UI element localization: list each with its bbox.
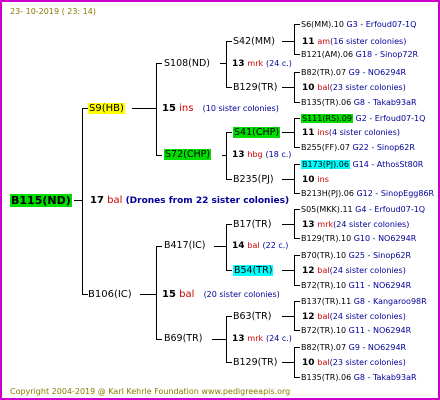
gen4-node-6[interactable]: B255(FF).07 G22 - Sinop62R [301, 142, 415, 153]
gen4-node-8[interactable]: B213H(PJ).06 G12 - SinopEgg86R [301, 188, 434, 199]
connector [156, 63, 162, 64]
gen2-node-1[interactable]: S108(ND) [164, 58, 210, 69]
gen4-node-15[interactable]: B82(TR).07 G9 - NO6294R [301, 342, 406, 353]
gen1-node-1[interactable]: S9(HB) [88, 102, 125, 115]
node-name: S9(HB) [88, 103, 125, 114]
gen2-node-3[interactable]: B417(IC) [164, 240, 206, 251]
gen3-info-3: 11 ins(4 sister colonies) [302, 128, 400, 138]
gen4-node-5[interactable]: S111(RS).09 G2 - Erfoud07-1Q [301, 113, 425, 124]
gen1-info-2: 15 bal (20 sister colonies) [162, 289, 280, 300]
root-num: 17 [90, 195, 104, 206]
gen3-info-5: 13 mrk(24 sister colonies) [302, 220, 410, 230]
date-label: 23- 10-2019 ( 23: 14) [10, 7, 96, 16]
connector [132, 108, 156, 109]
gen4-node-12[interactable]: B72(TR).10 G11 - NO6294R [301, 280, 411, 291]
gen3-info-8: 10 bal(23 sister colonies) [302, 358, 406, 368]
connector [156, 155, 162, 156]
gen3-node-4[interactable]: B235(PJ) [233, 174, 274, 185]
root-code: bal [107, 195, 123, 206]
gen4-node-2[interactable]: B121(AM).06 G18 - Sinop72R [301, 49, 418, 60]
gen2-info-1: 13 mrk (24 c.) [232, 59, 292, 69]
gen3-node-6[interactable]: B54(TR) [233, 265, 274, 276]
gen1-node-2[interactable]: B106(IC) [88, 288, 132, 301]
gen4-node-7[interactable]: B173(PJ).06 G14 - AthosSt80R [301, 159, 423, 170]
root-info: 17 bal (Drones from 22 sister colonies) [90, 194, 289, 208]
gen3-node-7[interactable]: B63(TR) [233, 311, 271, 322]
gen4-node-13[interactable]: B137(TR).11 G8 - Kangaroo98R [301, 296, 427, 307]
connector [156, 246, 162, 247]
gen4-node-9[interactable]: S05(MKK).11 G4 - Erfoud07-1Q [301, 204, 425, 215]
connector [156, 63, 157, 155]
gen4-node-4[interactable]: B135(TR).06 G8 - Takab93aR [301, 97, 417, 108]
connector [82, 108, 83, 294]
gen3-info-2: 10 bal(23 sister colonies) [302, 83, 406, 93]
gen4-node-11[interactable]: B70(TR).10 G25 - Sinop62R [301, 250, 411, 261]
gen2-info-4: 13 mrk (24 c.) [232, 334, 292, 344]
gen3-node-8[interactable]: B129(TR) [233, 357, 277, 368]
gen4-node-1[interactable]: S6(MM).10 G3 - Erfoud07-1Q [301, 19, 416, 30]
connector [74, 200, 82, 201]
gen4-node-16[interactable]: B135(TR).06 G8 - Takab93aR [301, 372, 417, 383]
gen3-info-7: 12 bal(24 sister colonies) [302, 312, 406, 322]
gen3-node-1[interactable]: S42(MM) [233, 36, 275, 47]
gen3-info-1: 11 am(16 sister colonies) [302, 37, 407, 47]
root-name: B115(ND) [10, 194, 72, 207]
gen3-info-4: 10 ins [302, 175, 329, 185]
gen3-node-2[interactable]: B129(TR) [233, 82, 277, 93]
connector [156, 246, 157, 339]
root-note: (Drones from 22 sister colonies) [125, 196, 290, 206]
gen4-node-3[interactable]: B82(TR).07 G9 - NO6294R [301, 67, 406, 78]
gen3-info-6: 12 bal(24 sister colonies) [302, 266, 406, 276]
gen3-node-5[interactable]: B17(TR) [233, 219, 271, 230]
node-name: B106(IC) [88, 289, 132, 300]
gen4-node-10[interactable]: B129(TR).10 G10 - NO6294R [301, 233, 416, 244]
connector [156, 339, 162, 340]
pedigree-frame: 23- 10-2019 ( 23: 14) B115(ND) 17 bal (D… [0, 0, 440, 400]
gen2-node-2[interactable]: S72(CHP) [164, 149, 212, 160]
gen3-node-3[interactable]: S41(CHP) [233, 127, 281, 138]
gen4-node-14[interactable]: B72(TR).10 G11 - NO6294R [301, 325, 411, 336]
gen1-info-1: 15 ins (10 sister colonies) [162, 103, 279, 114]
root-node[interactable]: B115(ND) [10, 194, 72, 207]
gen2-node-4[interactable]: B69(TR) [164, 333, 202, 344]
gen2-info-2: 13 hbg (18 c.) [232, 150, 292, 160]
copyright-footer: Copyright 2004-2019 @ Karl Kehrle Founda… [10, 387, 291, 396]
connector [140, 294, 156, 295]
gen2-info-3: 14 bal (22 c.) [232, 241, 289, 251]
